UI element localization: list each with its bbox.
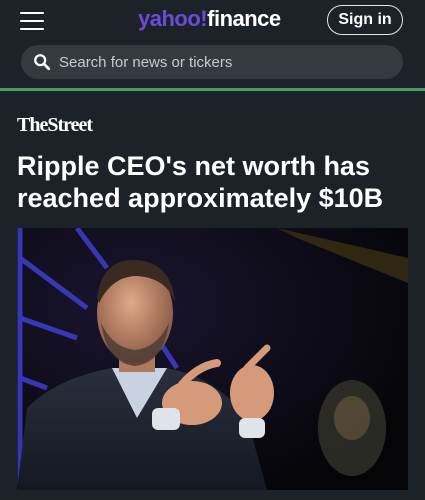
logo-finance: finance: [207, 6, 281, 31]
search-icon: [34, 54, 51, 71]
sign-in-button[interactable]: Sign in: [327, 5, 403, 35]
top-bar: yahoo!finance Sign in Search for news or…: [0, 0, 425, 90]
article-headline[interactable]: Ripple CEO's net worth has reached appro…: [17, 150, 409, 214]
yahoo-finance-logo[interactable]: yahoo!finance: [138, 6, 281, 32]
search-input-placeholder: Search for news or tickers: [59, 53, 233, 71]
logo-yahoo: yahoo: [138, 6, 201, 31]
header-divider: [0, 88, 425, 91]
search-bar[interactable]: Search for news or tickers: [21, 45, 403, 79]
hamburger-menu-icon[interactable]: [20, 12, 44, 32]
hero-image[interactable]: [17, 228, 408, 490]
hero-photo: [17, 228, 408, 490]
source-logo[interactable]: TheStreet: [17, 114, 93, 137]
